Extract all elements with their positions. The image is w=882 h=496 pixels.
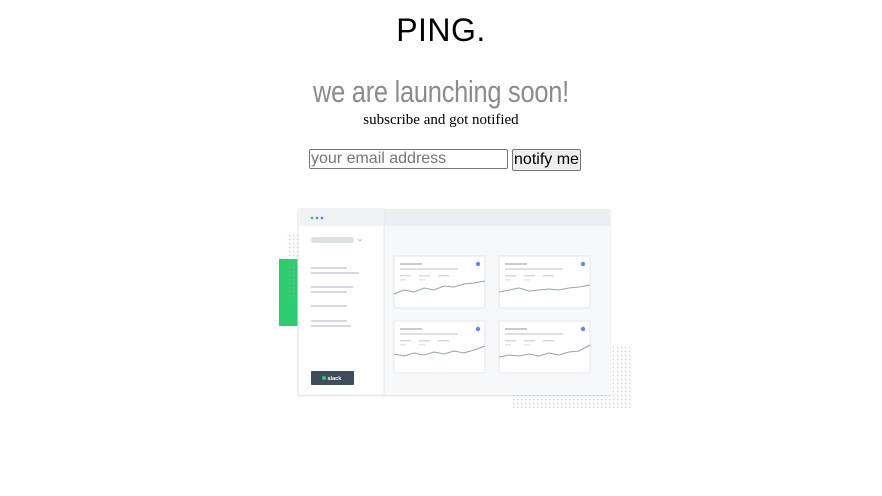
dashboard-illustration: slack bbox=[279, 208, 630, 408]
sidebar-line bbox=[311, 291, 347, 293]
email-input[interactable] bbox=[309, 149, 508, 169]
card-status-dot bbox=[475, 326, 481, 332]
sidebar-panel bbox=[297, 208, 385, 396]
card-status-dot bbox=[475, 261, 481, 267]
ping-logo: PING. bbox=[396, 12, 486, 48]
card-status-dot bbox=[580, 326, 586, 332]
sidebar-line bbox=[311, 267, 347, 269]
chart-card bbox=[498, 320, 591, 374]
chart-card bbox=[393, 320, 486, 374]
chart-card bbox=[498, 255, 591, 309]
sidebar-line bbox=[311, 272, 359, 274]
card-status-dot bbox=[580, 261, 586, 267]
sidebar-line bbox=[311, 325, 351, 327]
sidebar-line bbox=[311, 305, 347, 307]
slack-icon bbox=[322, 376, 326, 380]
subscribe-subline: subscribe and got notified bbox=[363, 112, 519, 128]
sidebar-line bbox=[311, 286, 353, 288]
launch-headline: we are launching soon! bbox=[312, 74, 570, 109]
sidebar-dropdown bbox=[311, 237, 354, 243]
slack-button-label: slack bbox=[328, 376, 343, 382]
sidebar-line bbox=[311, 320, 347, 322]
chart-card bbox=[393, 255, 486, 309]
notify-me-button[interactable]: notify me bbox=[512, 149, 581, 171]
